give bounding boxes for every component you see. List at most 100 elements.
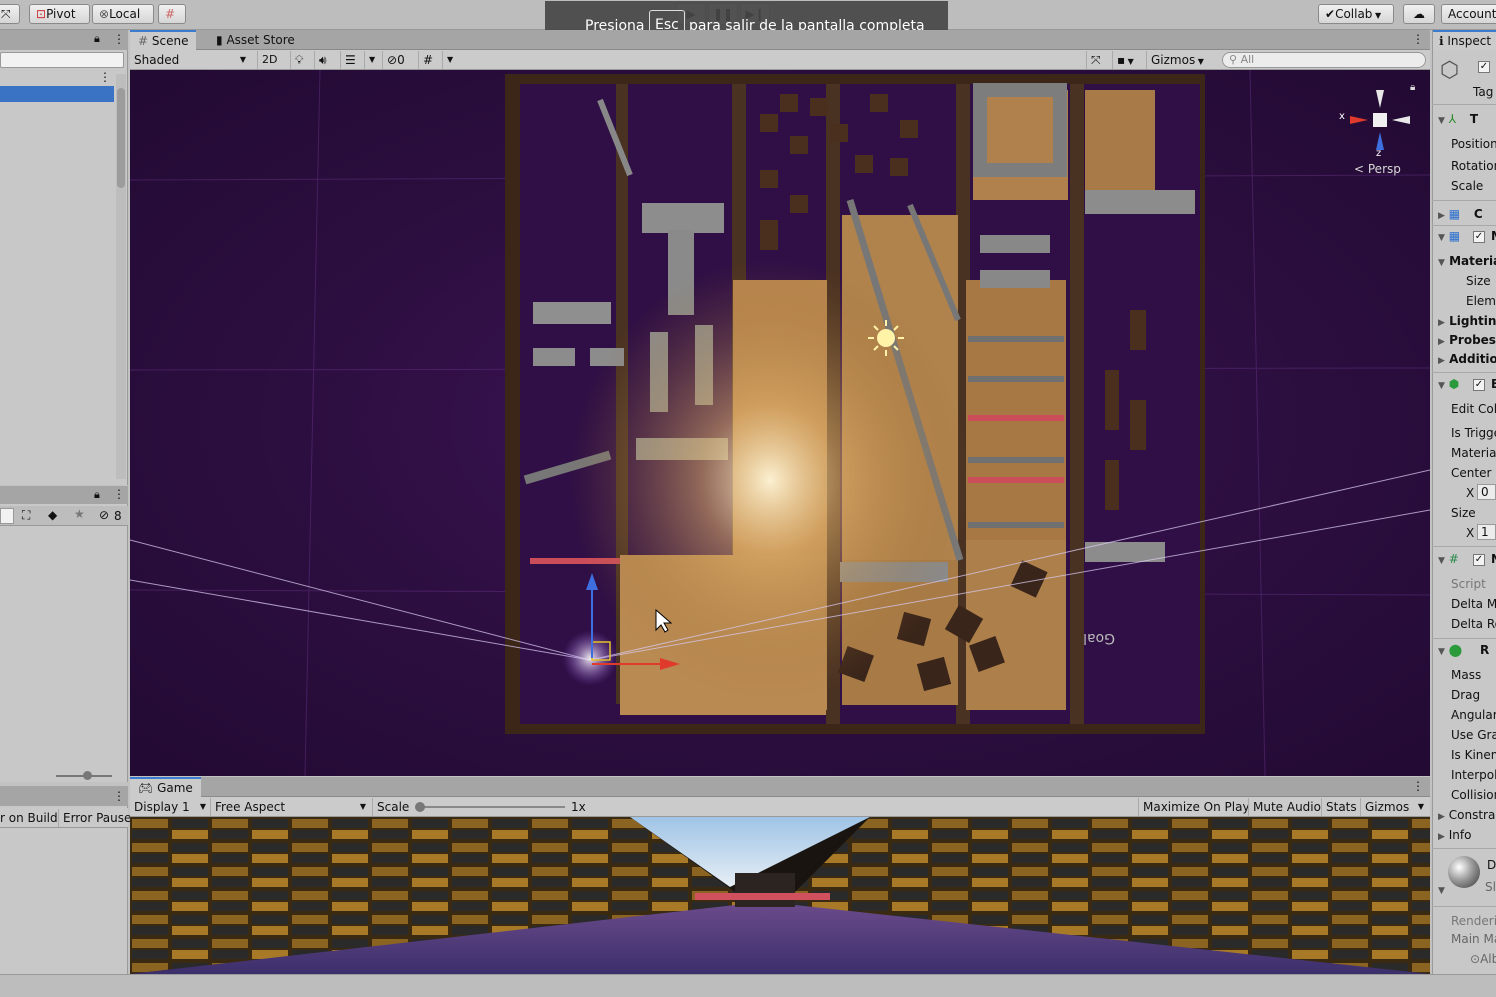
tab-asset-store[interactable]: ▮ Asset Store <box>208 30 303 50</box>
hierarchy-menu-icon[interactable]: ⋮ <box>99 70 111 84</box>
shader-initial: Sl <box>1485 880 1496 894</box>
game-viewport[interactable] <box>130 817 1430 974</box>
display-dropdown[interactable]: Display 1 ▼ <box>130 798 208 816</box>
info-icon: ℹ <box>1439 34 1444 48</box>
script-foldout[interactable]: ▼ # <box>1438 552 1459 566</box>
transform-foldout[interactable]: ▼ ⅄ T <box>1438 112 1478 126</box>
script-enabled[interactable]: ✓ <box>1473 554 1485 566</box>
effects-dropdown[interactable]: ▼ <box>364 51 378 69</box>
gizmos-dropdown[interactable]: Gizmos ▼ <box>1146 51 1212 69</box>
tab-scene[interactable]: # Scene <box>130 30 197 50</box>
material-foldout-arrow[interactable]: ▼ <box>1438 886 1445 896</box>
menu-icon[interactable]: ⋮ <box>113 32 125 46</box>
lock-icon[interactable]: 🔒︎ <box>94 488 100 502</box>
error-pause-toggle[interactable]: Error Pause <box>58 809 135 827</box>
maximize-on-play-toggle[interactable]: Maximize On Play <box>1138 798 1254 816</box>
local-button[interactable]: ⊗Local <box>92 4 154 24</box>
toggle-2d-button[interactable]: 2D <box>257 51 283 69</box>
hierarchy-scrollbar[interactable] <box>116 74 126 479</box>
menu-icon[interactable]: ⋮ <box>113 487 125 501</box>
edit-collider-label[interactable]: Edit Coll <box>1451 402 1496 416</box>
info-foldout[interactable]: ▶ Info <box>1438 828 1471 842</box>
scroll-thumb[interactable] <box>117 88 125 188</box>
check-icon: ✔ <box>1325 7 1336 21</box>
hierarchy-search[interactable] <box>0 52 124 68</box>
center-x-field[interactable]: 0 <box>1477 484 1496 500</box>
lock-icon[interactable]: 🔒︎ <box>94 32 100 46</box>
gizmo-lock-icon[interactable]: 🔒︎ <box>1410 82 1415 93</box>
filter-type-icon[interactable]: ⛶ <box>22 508 30 523</box>
error-on-build-toggle[interactable]: r on Build <box>0 809 62 827</box>
cloud-icon: ☁ <box>1413 7 1425 21</box>
label-icon[interactable]: ◆ <box>48 508 57 522</box>
hidden-packages-icon[interactable]: ⊘ <box>99 508 109 522</box>
console-panel: ⋮ r on Build Error Pause <box>0 786 131 974</box>
chevron-down-icon: ▼ <box>1195 57 1204 66</box>
account-button[interactable]: Account <box>1441 4 1496 24</box>
box-collider-enabled[interactable]: ✓ <box>1473 379 1485 391</box>
scale-value: 1x <box>571 800 586 814</box>
scale-slider[interactable] <box>415 802 565 812</box>
mesh-renderer-foldout[interactable]: ▼ ▦ <box>1438 229 1460 243</box>
game-gizmos-dropdown[interactable]: Gizmos ▼ <box>1360 798 1426 816</box>
tab-game[interactable]: 🎮︎ Game <box>130 777 201 797</box>
pivot-button[interactable]: ⊡Pivot <box>29 4 90 24</box>
project-zoom-slider[interactable] <box>56 771 112 780</box>
aspect-dropdown[interactable]: Free Aspect ▼ <box>210 798 370 816</box>
hidden-count: 8 <box>114 509 122 523</box>
grid-snap-button[interactable]: # <box>158 4 186 24</box>
mesh-renderer-enabled[interactable]: ✓ <box>1473 231 1485 243</box>
scene-tools-button[interactable]: ⤧ <box>1086 51 1108 69</box>
cloud-button[interactable]: ☁ <box>1403 4 1435 24</box>
camera-button[interactable]: ▪ ▼ <box>1112 51 1144 69</box>
pivot-label: Pivot <box>46 7 76 21</box>
stats-toggle[interactable]: Stats <box>1321 798 1361 816</box>
shading-mode-value: Shaded <box>134 53 180 67</box>
scene-tabbar: # Scene ▮ Asset Store ⋮ <box>130 30 1430 50</box>
scene-viewport[interactable]: Goal x z < Persp 🔒︎ <box>130 70 1430 776</box>
grid-dropdown[interactable]: ▼ <box>442 51 456 69</box>
lighting-foldout[interactable]: ▶ Lighting <box>1438 314 1496 328</box>
goal-label: Goal <box>1083 630 1115 646</box>
scene-menu-icon[interactable]: ⋮ <box>1412 32 1424 46</box>
probes-foldout[interactable]: ▶ Probes <box>1438 333 1496 347</box>
rigidbody-foldout[interactable]: ▼ ⬤ R <box>1438 643 1489 657</box>
mesh-renderer-initial: M <box>1491 229 1496 243</box>
scale-slider-knob[interactable] <box>415 802 425 812</box>
account-label: Account <box>1448 7 1496 21</box>
game-gizmos-label: Gizmos <box>1365 800 1410 814</box>
favorite-icon[interactable]: ★ <box>74 507 85 521</box>
toggle-2d-label: 2D <box>262 53 278 66</box>
tools-icon[interactable]: ⤧ <box>0 4 20 24</box>
active-checkbox[interactable]: ✓ <box>1478 61 1490 73</box>
constraints-foldout[interactable]: ▶ Constra <box>1438 808 1495 822</box>
game-menu-icon[interactable]: ⋮ <box>1412 779 1424 793</box>
box-collider-initial: B <box>1491 377 1496 391</box>
hidden-objects-count: 0 <box>397 53 405 67</box>
materials-foldout[interactable]: ▼ Materia <box>1438 254 1496 268</box>
box-collider-foldout[interactable]: ▼ ⬢ <box>1438 377 1459 391</box>
orientation-gizmo[interactable]: x z < Persp <box>1338 84 1422 180</box>
grid-toggle[interactable]: # <box>418 51 440 69</box>
slider-knob[interactable] <box>83 771 92 780</box>
lighting-toggle[interactable]: 💡︎ <box>290 51 312 69</box>
hidden-objects-toggle[interactable]: ⊘0 <box>382 51 414 69</box>
hierarchy-selected-row[interactable] <box>0 86 114 102</box>
additional-foldout[interactable]: ▶ Additio <box>1438 352 1496 366</box>
collab-button[interactable]: ✔Collab ▼ <box>1318 4 1394 24</box>
size-x-field[interactable]: 1 <box>1477 524 1496 540</box>
audio-toggle[interactable]: 🔊︎ <box>314 51 336 69</box>
effects-toggle[interactable]: ☰ <box>340 51 362 69</box>
mute-audio-toggle[interactable]: Mute Audio <box>1248 798 1325 816</box>
hierarchy-panel: 🔒︎ ⋮ ⋮ <box>0 30 128 485</box>
collab-label: Collab <box>1335 7 1373 21</box>
tab-inspector[interactable]: ℹ Inspect <box>1433 30 1496 50</box>
albedo-text: Alb <box>1480 952 1496 966</box>
project-search[interactable] <box>0 508 14 524</box>
persp-label[interactable]: < Persp <box>1354 162 1401 176</box>
mesh-filter-foldout[interactable]: ▶ ▦ C <box>1438 207 1483 221</box>
menu-icon[interactable]: ⋮ <box>113 789 125 803</box>
scene-search-input[interactable]: ⚲ All <box>1222 52 1426 68</box>
shading-mode-dropdown[interactable]: Shaded ▼ <box>130 51 250 69</box>
chevron-down-icon: ▼ <box>199 802 206 811</box>
